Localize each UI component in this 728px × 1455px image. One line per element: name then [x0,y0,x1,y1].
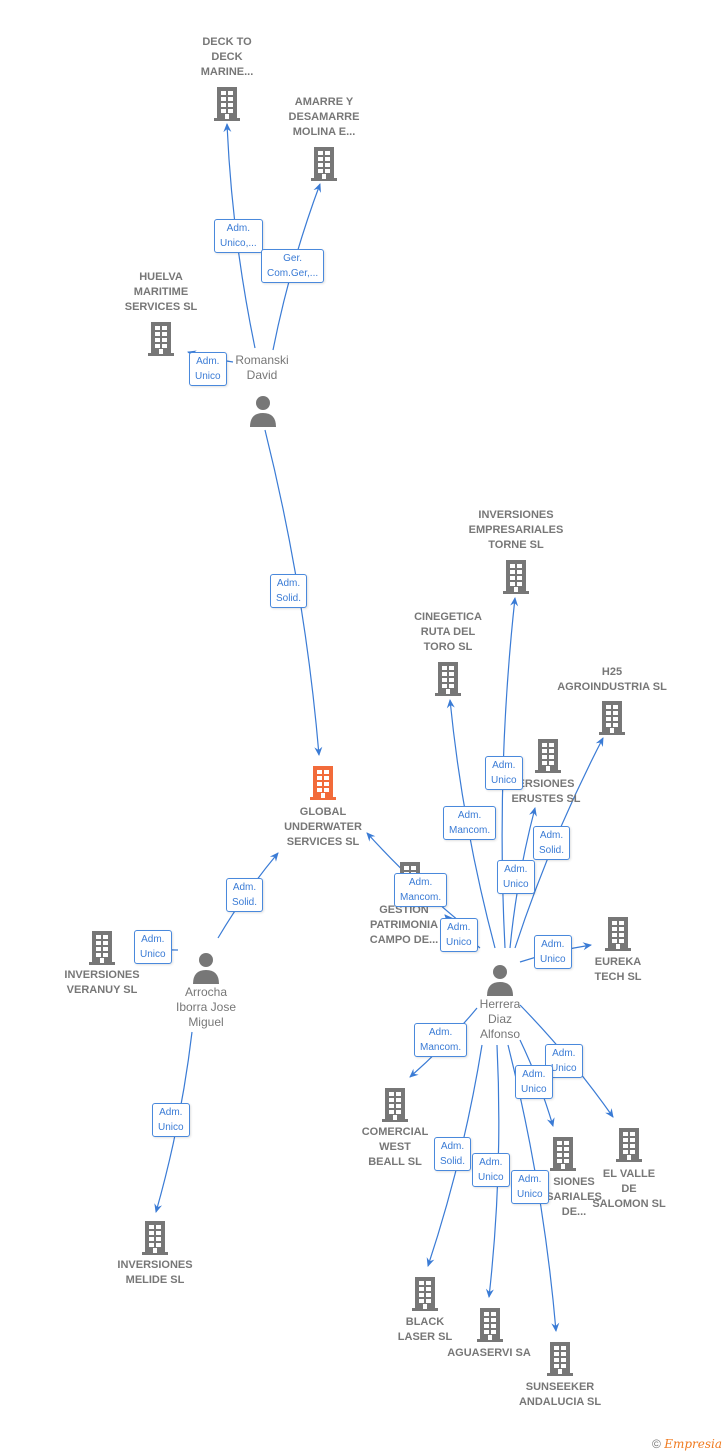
building-icon[interactable] [86,929,118,965]
person-icon[interactable] [247,393,279,429]
node-label-sunseeker[interactable]: SUNSEEKER ANDALUCIA SL [519,1380,601,1410]
copyright-symbol: © [652,1437,661,1451]
building-icon[interactable] [308,145,340,181]
relationship-badge[interactable]: Adm. Unico [189,352,227,386]
relationship-badge[interactable]: Adm. Unico [485,756,523,790]
building-icon[interactable] [532,737,564,773]
building-icon[interactable] [379,1086,411,1122]
node-label-gestion[interactable]: GESTION PATRIMONIA CAMPO DE... [370,903,438,948]
building-icon[interactable] [307,764,339,800]
node-label-deck[interactable]: DECK TO DECK MARINE... [201,35,254,80]
node-label-comercial[interactable]: COMERCIAL WEST BEALL SL [362,1125,429,1170]
node-label-melide[interactable]: INVERSIONES MELIDE SL [117,1258,192,1288]
building-icon[interactable] [139,1219,171,1255]
node-label-arrocha[interactable]: Arrocha Iborra Jose Miguel [176,985,236,1030]
node-label-h25[interactable]: H25 AGROINDUSTRIA SL [557,665,667,695]
footer-brand: © Empresia [652,1437,722,1451]
building-icon[interactable] [547,1135,579,1171]
relationship-badge[interactable]: Adm. Unico [472,1153,510,1187]
relationship-badge[interactable]: Adm. Solid. [434,1137,472,1171]
empresia-logo[interactable]: Empresia [664,1437,722,1451]
relationship-badge[interactable]: Adm. Unico [515,1065,553,1099]
building-icon[interactable] [145,320,177,356]
node-label-amarre[interactable]: AMARRE Y DESAMARRE MOLINA E... [289,95,360,140]
relationship-badge[interactable]: Adm. Unico [134,930,172,964]
building-icon[interactable] [211,85,243,121]
relationship-badge[interactable]: Adm. Unico [440,918,478,952]
node-label-romanski[interactable]: Romanski David [235,353,288,383]
node-label-black[interactable]: BLACK LASER SL [398,1315,452,1345]
node-label-invde[interactable]: SIONES SARIALES DE... [546,1175,602,1220]
relationship-badge[interactable]: Adm. Solid. [226,878,264,912]
node-label-torne[interactable]: INVERSIONES EMPRESARIALES TORNE SL [469,508,564,553]
relationship-badge[interactable]: Adm. Solid. [270,574,308,608]
building-icon[interactable] [500,558,532,594]
node-label-cinegetica[interactable]: CINEGETICA RUTA DEL TORO SL [414,610,482,655]
node-label-huelva[interactable]: HUELVA MARITIME SERVICES SL [125,270,198,315]
person-icon[interactable] [190,950,222,986]
relationship-badge[interactable]: Adm. Mancom. [443,806,497,840]
person-icon[interactable] [484,962,516,998]
relationship-badge[interactable]: Adm. Mancom. [394,873,448,907]
relationship-badge[interactable]: Adm. Mancom. [414,1023,468,1057]
node-label-global[interactable]: GLOBAL UNDERWATER SERVICES SL [284,805,362,850]
node-label-veranuy[interactable]: INVERSIONES VERANUY SL [64,968,139,998]
relationship-badge[interactable]: Adm. Solid. [533,826,571,860]
building-icon[interactable] [432,660,464,696]
building-icon[interactable] [474,1306,506,1342]
building-icon[interactable] [409,1275,441,1311]
relationship-badge[interactable]: Adm. Unico [152,1103,190,1137]
relationship-badge[interactable]: Ger. Com.Ger,... [261,249,325,283]
relationship-badge[interactable]: Adm. Unico [497,860,535,894]
building-icon[interactable] [544,1340,576,1376]
node-label-aguaservi[interactable]: AGUASERVI SA [447,1346,531,1361]
node-label-valle[interactable]: EL VALLE DE SALOMON SL [592,1167,665,1212]
relationship-badge[interactable]: Adm. Unico [534,935,572,969]
building-icon[interactable] [613,1126,645,1162]
relationship-badge[interactable]: Adm. Unico [511,1170,549,1204]
node-label-eureka[interactable]: EUREKA TECH SL [594,955,641,985]
node-label-herrera[interactable]: Herrera Diaz Alfonso [480,997,521,1042]
relationship-badge[interactable]: Adm. Unico,... [214,219,263,253]
building-icon[interactable] [596,699,628,735]
building-icon[interactable] [602,915,634,951]
